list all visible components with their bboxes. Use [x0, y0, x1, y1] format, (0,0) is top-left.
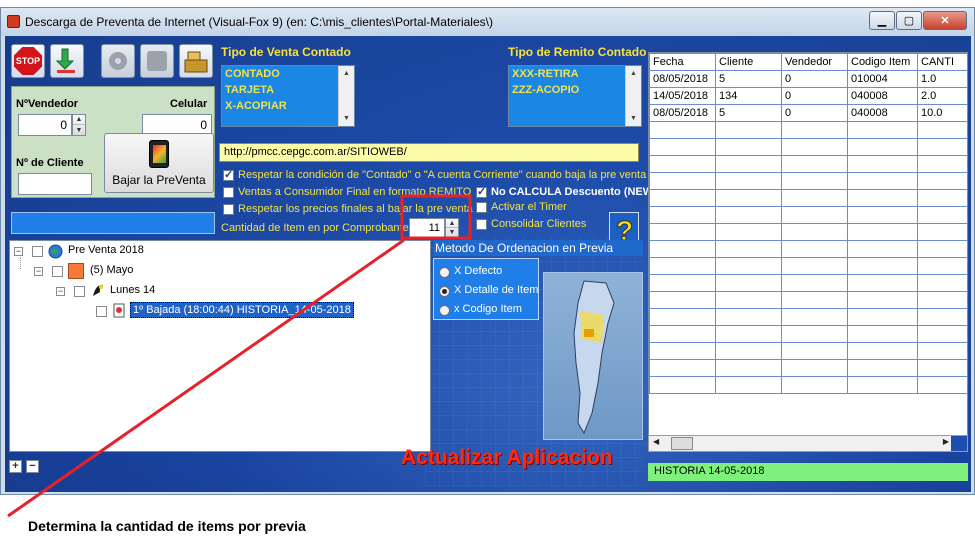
annotation-caption: Determina la cantidad de items por previ… [28, 518, 306, 534]
highlight-box [400, 194, 472, 240]
annotation-overlay [7, 194, 472, 518]
annotation-arrow-line [7, 238, 405, 518]
